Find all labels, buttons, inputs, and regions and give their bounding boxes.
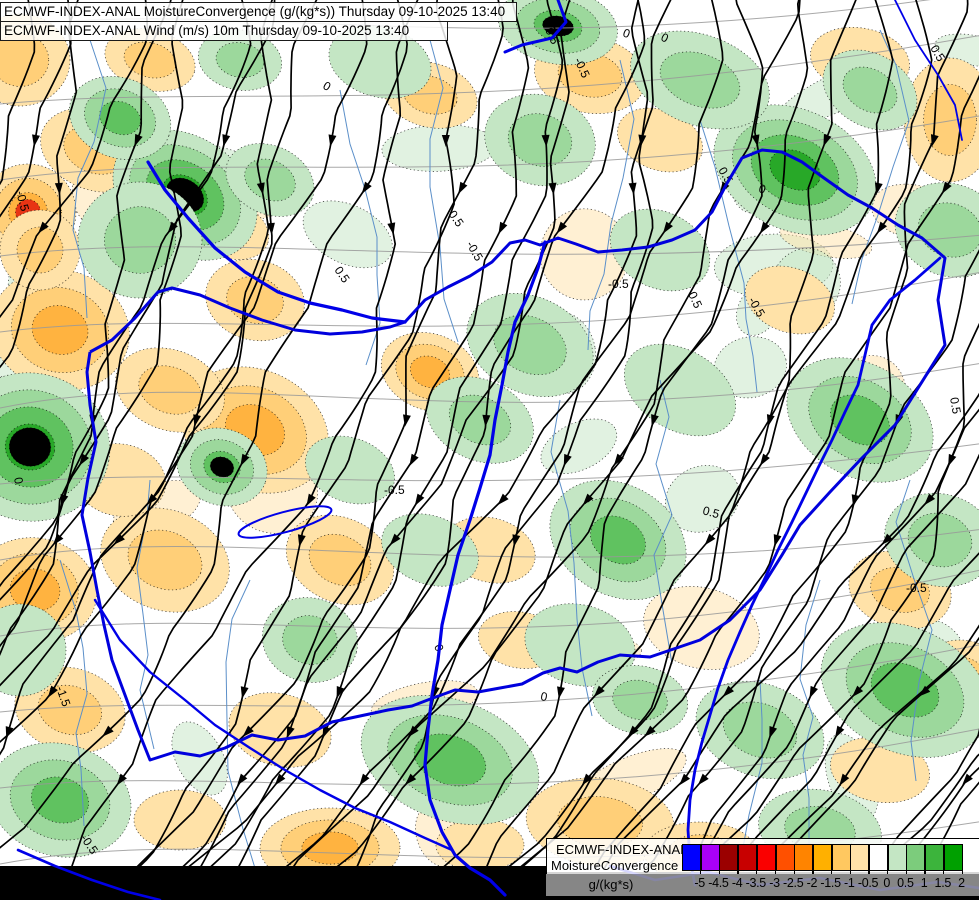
legend-tick-label: 0 [883,876,891,890]
legend-tick-label: 2 [958,876,965,890]
legend-tick-label: -3 [769,876,780,890]
legend-lower-background: g/(kg*s) -5 -4.5 -4 -3.5 -3 -2.5 -2 -1.5 -1 -0.5 0… [546,874,979,896]
svg-text:-0.5: -0.5 [608,277,629,291]
legend-color-box [831,844,851,871]
legend-color-box [719,844,739,871]
legend-panel: ECMWF-INDEX-ANAL MoistureConvergence g/(… [546,838,979,896]
legend-tick-label: 1 [920,876,928,890]
legend-color-box [756,844,776,871]
legend-tick-label: -4.5 [708,876,729,890]
legend-model-label: ECMWF-INDEX-ANAL [556,842,688,857]
legend-tick-label: -3.5 [745,876,767,890]
svg-text:-0.5: -0.5 [906,581,927,595]
legend-tick-label: -2.5 [783,876,804,890]
legend-tick-label: 1.5 [934,876,952,890]
legend-tick-label: -1.5 [820,876,841,890]
svg-text:-0.5: -0.5 [384,483,405,497]
legend-color-box [812,844,832,871]
title-wind: ECMWF-INDEX-ANAL Wind (m/s) 10m Thursday… [0,21,448,41]
legend-color-box [943,844,963,871]
legend-color-box [775,844,795,871]
legend-color-box [794,844,814,871]
legend-color-box [850,844,870,871]
weather-map-stage: 0.5 0 -0.5 0 0.5 0.5 -0.5 0.5 0 0.5 -0.5 -0.5 -0.5 0-… [0,0,979,900]
title-moisture-convergence: ECMWF-INDEX-ANAL MoistureConvergence (g/… [0,2,517,22]
svg-text:0.5: 0.5 [947,396,964,415]
legend-color-box [682,844,701,871]
legend-tick-label: 0.5 [897,876,914,890]
legend-parameter-label: MoistureConvergence [551,858,679,873]
legend-color-box [869,844,888,871]
weather-map-canvas: 0.5 0-0.500.50.5-0.50.500.5 -0.5-0.5-0.50-… [0,0,979,900]
legend-color-box [906,844,926,871]
legend-tick-label: -0.5 [857,876,879,890]
legend-color-box [887,844,907,871]
legend-tick-label: -2 [806,876,818,890]
legend-units-label: g/(kg*s) [588,877,634,892]
legend-upper-background: ECMWF-INDEX-ANAL MoistureConvergence [546,838,979,877]
legend-tick-label: -1 [844,876,855,890]
legend-color-box [700,844,720,871]
legend-tick-label: -5 [694,876,705,890]
legend-color-box [738,844,758,871]
legend-tick-label: -4 [731,876,743,890]
legend-color-box [925,844,945,871]
